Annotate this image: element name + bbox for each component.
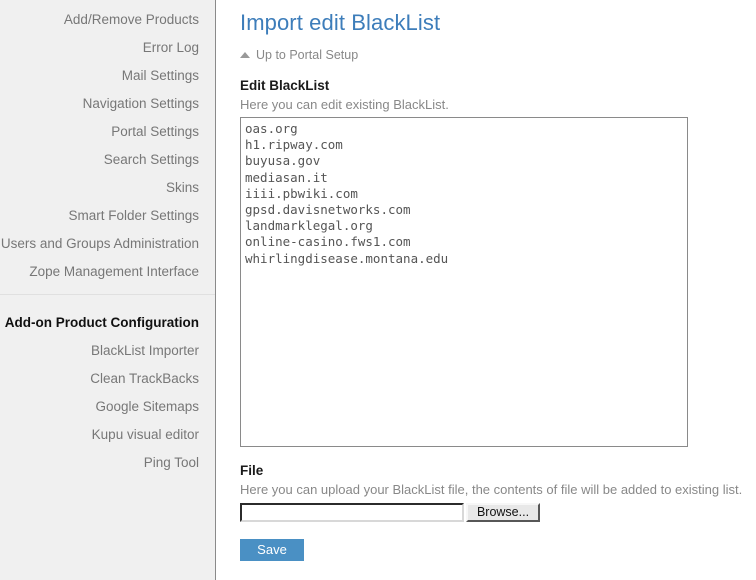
page-title: Import edit BlackList — [240, 10, 441, 35]
breadcrumb: Up to Portal Setup — [240, 48, 756, 62]
page-root: Add/Remove Products Error Log Mail Setti… — [0, 0, 756, 580]
sidebar-item-clean-trackbacks[interactable]: Clean TrackBacks — [0, 365, 199, 393]
sidebar-item-google-sitemaps[interactable]: Google Sitemaps — [0, 393, 199, 421]
file-help: Here you can upload your BlackList file,… — [240, 482, 743, 497]
edit-blacklist-label: Edit BlackList — [240, 78, 330, 93]
sidebar-item-users-and-groups-administration[interactable]: Users and Groups Administration — [0, 230, 199, 258]
sidebar-item-skins[interactable]: Skins — [0, 174, 199, 202]
file-label: File — [240, 463, 264, 478]
up-arrow-icon — [240, 51, 250, 58]
sidebar-item-smart-folder-settings[interactable]: Smart Folder Settings — [0, 202, 199, 230]
sidebar-item-search-settings[interactable]: Search Settings — [0, 146, 199, 174]
sidebar-item-mail-settings[interactable]: Mail Settings — [0, 62, 199, 90]
sidebar-item-add-remove-products[interactable]: Add/Remove Products — [0, 6, 199, 34]
up-to-portal-setup-link[interactable]: Up to Portal Setup — [256, 48, 358, 62]
edit-blacklist-help: Here you can edit existing BlackList. — [240, 97, 449, 112]
sidebar-item-blacklist-importer[interactable]: BlackList Importer — [0, 337, 199, 365]
sidebar-item-addon-product-configuration[interactable]: Add-on Product Configuration — [0, 309, 199, 337]
sidebar-item-navigation-settings[interactable]: Navigation Settings — [0, 90, 199, 118]
browse-button[interactable]: Browse... — [466, 503, 540, 522]
sidebar-item-portal-settings[interactable]: Portal Settings — [0, 118, 199, 146]
save-button[interactable]: Save — [240, 539, 304, 561]
file-upload-row: Browse... — [240, 503, 756, 522]
sidebar-section-portal-setup: Add/Remove Products Error Log Mail Setti… — [0, 6, 215, 286]
sidebar-item-kupu-visual-editor[interactable]: Kupu visual editor — [0, 421, 199, 449]
main-content: Import edit BlackList Up to Portal Setup… — [216, 0, 756, 580]
sidebar-item-ping-tool[interactable]: Ping Tool — [0, 449, 199, 477]
sidebar-item-error-log[interactable]: Error Log — [0, 34, 199, 62]
sidebar-item-zope-management-interface[interactable]: Zope Management Interface — [0, 258, 199, 286]
sidebar: Add/Remove Products Error Log Mail Setti… — [0, 0, 216, 580]
sidebar-section-addon-product-configuration: Add-on Product Configuration BlackList I… — [0, 294, 215, 477]
blacklist-textarea[interactable] — [240, 117, 688, 447]
file-path-input[interactable] — [240, 503, 464, 522]
